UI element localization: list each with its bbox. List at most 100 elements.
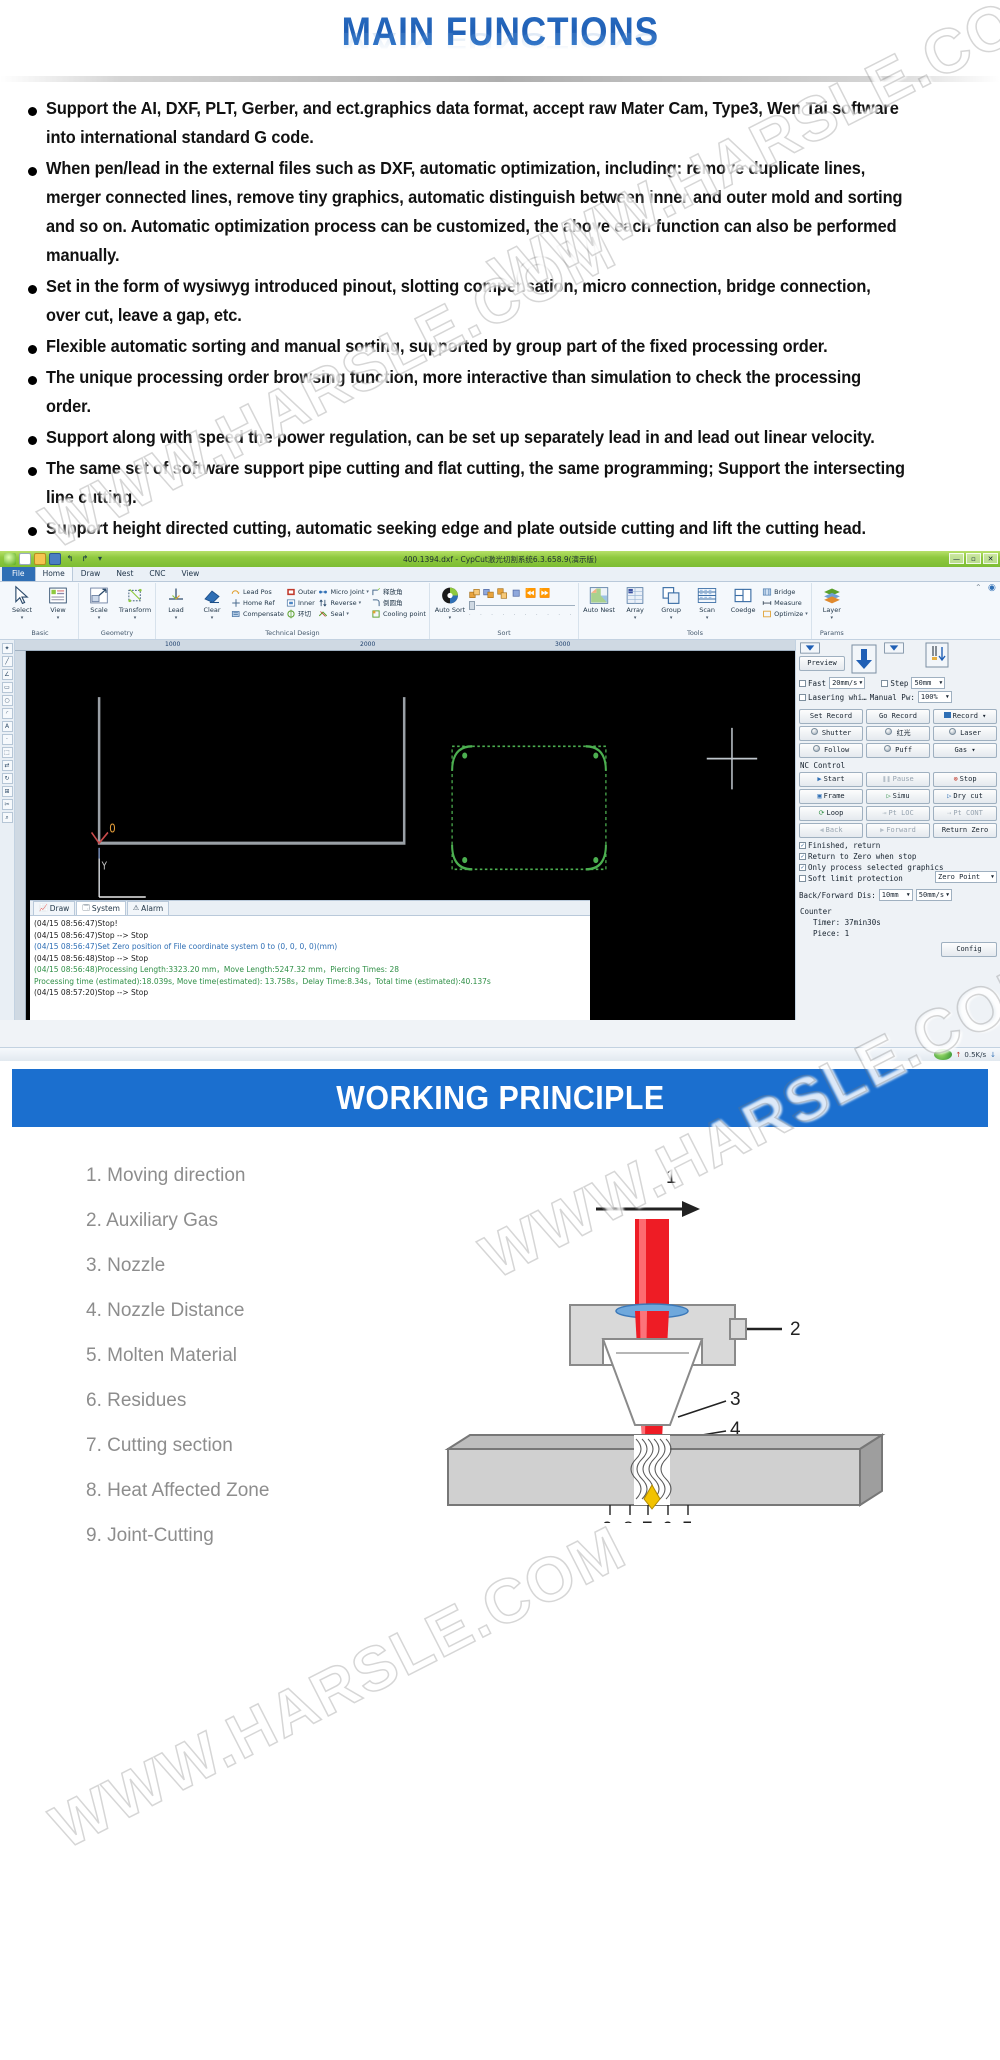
select-button[interactable]: Select ▾ (5, 585, 39, 620)
ribbon-help-icons[interactable]: ⌃ ◉ (975, 583, 997, 593)
lead-pos-button[interactable]: Lead Pos (231, 587, 284, 597)
shutter-button[interactable]: Shutter (799, 726, 863, 741)
option-checkbox[interactable]: ✓ Return to Zero when stop (799, 852, 997, 861)
follow-button[interactable]: Follow (799, 743, 863, 758)
sort-fwd-icon[interactable] (469, 588, 480, 599)
sort-tool-row[interactable]: ⏪ ⏩ (469, 588, 575, 599)
chevron-down-icon[interactable]: ▼ (946, 890, 949, 900)
sort-slider[interactable] (468, 601, 576, 610)
bridge-button[interactable]: Bridge (762, 587, 808, 597)
lead-button[interactable]: Lead ▾ (159, 585, 193, 620)
fast-checkbox[interactable]: Fast (799, 679, 826, 688)
chevron-down-icon[interactable]: ▼ (907, 890, 910, 900)
puff-button[interactable]: Puff (866, 743, 930, 758)
checkbox-box[interactable]: ✓ (799, 853, 806, 860)
chevron-down-icon[interactable]: ▼ (939, 678, 942, 688)
rect-icon[interactable]: ▭ (1, 682, 13, 693)
home-ref-button[interactable]: Home Ref (231, 598, 284, 608)
checkbox-box[interactable]: ✓ (799, 842, 806, 849)
chevron-down-icon[interactable]: ▾ (175, 615, 178, 620)
chevron-down-icon[interactable]: ▼ (946, 692, 949, 702)
checkbox-box[interactable] (799, 875, 806, 882)
chevron-down-icon[interactable]: ▾ (211, 615, 214, 620)
dry-cut-button[interactable]: ▷ Dry cut (933, 789, 997, 804)
chevron-down-icon[interactable]: ▼ (991, 872, 994, 882)
config-button[interactable]: Config (941, 942, 997, 957)
tab-file[interactable]: File (2, 565, 35, 581)
inner-button[interactable]: Inner (286, 598, 316, 608)
chevron-down-icon[interactable]: ▾ (346, 611, 349, 617)
fast-speed-select[interactable]: 20mm/s ▼ (829, 677, 866, 689)
lasering-checkbox[interactable]: Lasering whi… (799, 693, 867, 702)
chevron-down-icon[interactable]: ▾ (359, 600, 362, 606)
scan-button[interactable]: Scan ▾ (690, 585, 724, 620)
jog-up-left-icon[interactable] (799, 642, 821, 654)
left-toolbar[interactable]: ✦ ╱ ∠ ▭ ○ ◜ A · ⬚ ⇄ ↻ ⊞ ✂ ⌕ (0, 640, 15, 1020)
go-record-button[interactable]: Go Record (866, 709, 930, 724)
log-tab-system[interactable]: 🗔 System (76, 901, 126, 915)
collapse-ribbon-icon[interactable]: ⌃ (975, 583, 984, 592)
text-icon[interactable]: A (1, 721, 13, 732)
line-icon[interactable]: ╱ (1, 656, 13, 667)
sort-back-icon[interactable] (483, 588, 494, 599)
circle-icon[interactable]: ○ (1, 695, 13, 706)
return-zero-button[interactable]: Return Zero (933, 823, 997, 838)
minimize-icon[interactable]: — (949, 553, 964, 564)
wand-icon[interactable]: ✦ (1, 643, 13, 654)
fillet-button[interactable]: 倒圆角 (371, 598, 426, 608)
chevron-down-icon[interactable]: ▼ (859, 678, 862, 688)
fastforward-icon[interactable]: ⏩ (539, 589, 550, 599)
chevron-down-icon[interactable]: ▾ (805, 611, 808, 617)
view-button[interactable]: View ▾ (41, 585, 75, 620)
measure-button[interactable]: Measure (762, 598, 808, 608)
checkbox-box[interactable] (799, 693, 806, 701)
chevron-down-icon[interactable]: ▾ (21, 615, 24, 620)
checkbox-box[interactable] (881, 679, 889, 687)
sort-down-icon[interactable] (511, 588, 522, 599)
relief-angle-button[interactable]: 释放角 (371, 587, 426, 597)
offset-icon[interactable]: ⊞ (1, 786, 13, 797)
checkbox-box[interactable] (799, 679, 806, 687)
start-button[interactable]: ▶ Start (799, 772, 863, 787)
record-button[interactable]: Record ▾ (933, 709, 997, 724)
laser-button[interactable]: Laser (933, 726, 997, 741)
ribbon-tabstrip[interactable]: File Home Draw Nest CNC View (0, 565, 1000, 582)
chevron-down-icon[interactable]: ▾ (98, 615, 101, 620)
rewind-icon[interactable]: ⏪ (525, 589, 536, 599)
option-checkbox[interactable]: ✓ Finished, return (799, 841, 997, 850)
cooling-point-button[interactable]: Cooling point (371, 609, 426, 619)
mirror-icon[interactable]: ⇄ (1, 760, 13, 771)
step-size-select[interactable]: 50mm ▼ (911, 677, 946, 689)
log-tab-draw[interactable]: 📈 Draw (33, 901, 76, 915)
trim-icon[interactable]: ✂ (1, 799, 13, 810)
tab-home[interactable]: Home (34, 566, 73, 581)
jog-up-right-icon[interactable] (883, 642, 905, 654)
log-tabstrip[interactable]: 📈 Draw 🗔 System ⚠ Alarm (30, 901, 590, 916)
coedge-button[interactable]: Coedge (726, 585, 760, 615)
help-icon[interactable]: ◉ (988, 583, 997, 593)
frame-button[interactable]: ▣ Frame (799, 789, 863, 804)
stop-button[interactable]: ⊗ Stop (933, 772, 997, 787)
compensate-button[interactable]: Compensate (231, 609, 284, 619)
micro-joint-button[interactable]: Micro Joint ▾ (318, 587, 369, 597)
node-edit-icon[interactable]: ⬚ (1, 747, 13, 758)
manual-power-select[interactable]: 100% ▼ (917, 691, 952, 703)
rotate-icon[interactable]: ↻ (1, 773, 13, 784)
reverse-button[interactable]: Reverse ▾ (318, 598, 368, 608)
auto-nest-button[interactable]: Auto Nest (582, 585, 616, 615)
tab-nest[interactable]: Nest (108, 566, 141, 581)
clear-button[interactable]: Clear ▾ (195, 585, 229, 620)
gas-button[interactable]: Gas ▾ (933, 743, 997, 758)
sort-up-icon[interactable] (497, 588, 508, 599)
tab-view[interactable]: View (173, 566, 207, 581)
chevron-down-icon[interactable]: ▾ (831, 615, 834, 620)
simu-button[interactable]: ▷ Simu (866, 789, 930, 804)
chevron-down-icon[interactable]: ▾ (366, 589, 369, 595)
auto-sort-button[interactable]: Auto Sort ▾ (433, 585, 467, 620)
array-button[interactable]: Array ▾ (618, 585, 652, 620)
back-forward-speed-select[interactable]: 50mm/s ▼ (915, 889, 953, 901)
preview-button[interactable]: Preview (799, 656, 845, 671)
outer-button[interactable]: Outer (286, 587, 316, 597)
loop-button[interactable]: ⟳ Loop (799, 806, 863, 821)
layer-button[interactable]: Layer ▾ (815, 585, 849, 620)
